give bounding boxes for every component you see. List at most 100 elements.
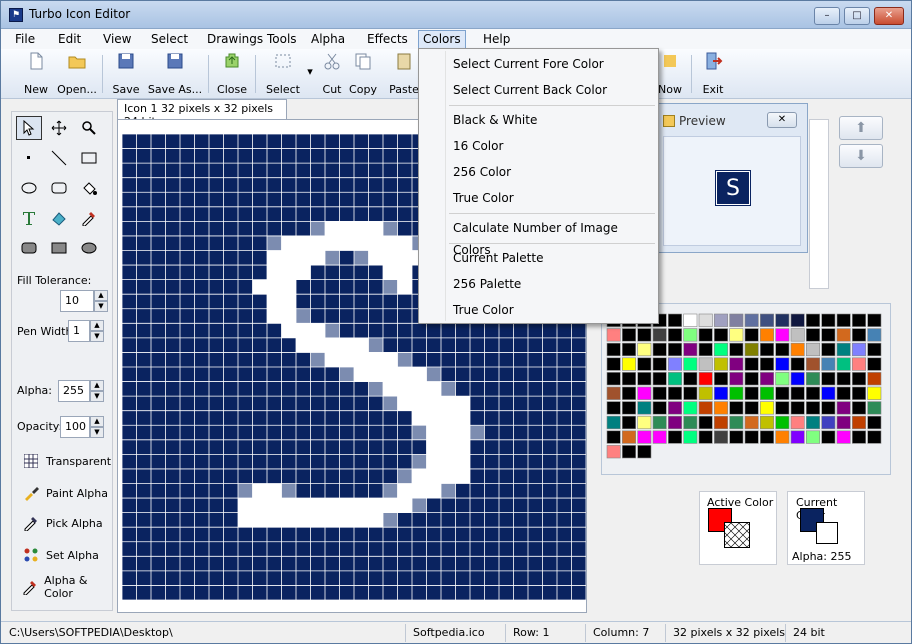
title-bar[interactable]: ⚑ Turbo Icon Editor – □ ✕ bbox=[1, 1, 911, 29]
palette-swatch[interactable] bbox=[790, 342, 805, 357]
open-button[interactable]: Open... bbox=[57, 51, 97, 96]
palette-swatch[interactable] bbox=[821, 313, 836, 327]
fill-tolerance-up-icon[interactable]: ▲ bbox=[94, 290, 108, 301]
palette-swatch[interactable] bbox=[821, 430, 836, 444]
pixel-cell[interactable] bbox=[368, 498, 384, 513]
palette-swatch[interactable] bbox=[698, 401, 713, 415]
palette-swatch[interactable] bbox=[606, 386, 621, 400]
palette-swatch[interactable] bbox=[806, 372, 820, 386]
pixel-cell[interactable] bbox=[455, 425, 471, 440]
pixel-cell[interactable] bbox=[238, 512, 253, 528]
pen-width-up-icon[interactable]: ▲ bbox=[90, 320, 104, 331]
palette-swatch[interactable] bbox=[606, 372, 621, 386]
palette-swatch[interactable] bbox=[698, 372, 713, 386]
palette-swatch[interactable] bbox=[606, 401, 621, 415]
pixel-cell[interactable] bbox=[455, 410, 471, 426]
pixel-cell[interactable] bbox=[426, 483, 442, 499]
pixel-cell[interactable] bbox=[296, 265, 311, 280]
palette-swatch[interactable] bbox=[760, 342, 774, 357]
palette-swatch[interactable] bbox=[867, 386, 882, 400]
menu-item-select-fore-color[interactable]: Select Current Fore Color bbox=[453, 53, 604, 75]
palette-swatch[interactable] bbox=[806, 415, 820, 430]
pixel-cell[interactable] bbox=[412, 425, 427, 440]
cut-button[interactable]: Cut bbox=[319, 51, 345, 96]
pixel-cell[interactable] bbox=[238, 498, 253, 513]
move-up-button[interactable]: ⬆ bbox=[839, 116, 883, 140]
pixel-cell[interactable] bbox=[368, 221, 384, 236]
menu-drawings-tools[interactable]: Drawings Tools bbox=[203, 31, 301, 48]
menu-file[interactable]: File bbox=[11, 31, 39, 48]
pixel-cell[interactable] bbox=[383, 498, 398, 513]
palette-swatch[interactable] bbox=[729, 386, 744, 400]
palette-swatch[interactable] bbox=[744, 415, 759, 430]
pixel-cell[interactable] bbox=[339, 235, 355, 251]
palette-swatch[interactable] bbox=[806, 430, 820, 444]
palette-swatch[interactable] bbox=[698, 342, 713, 357]
pixel-cell[interactable] bbox=[426, 410, 442, 426]
pixel-cell[interactable] bbox=[252, 279, 268, 295]
palette-swatch[interactable] bbox=[606, 357, 621, 371]
fill-tolerance-input[interactable]: 10 bbox=[60, 290, 94, 312]
pixel-cell[interactable] bbox=[296, 337, 311, 353]
pixel-cell[interactable] bbox=[455, 454, 471, 469]
palette-swatch[interactable] bbox=[683, 372, 698, 386]
menu-select[interactable]: Select bbox=[147, 31, 192, 48]
pixel-cell[interactable] bbox=[412, 367, 427, 382]
palette-swatch[interactable] bbox=[775, 386, 790, 400]
pixel-cell[interactable] bbox=[281, 265, 297, 280]
palette-swatch[interactable] bbox=[637, 357, 652, 371]
palette-swatch[interactable] bbox=[852, 386, 866, 400]
menu-item-true-color-palette[interactable]: True Color bbox=[453, 299, 514, 321]
palette-swatch[interactable] bbox=[760, 328, 774, 342]
palette-swatch[interactable] bbox=[760, 401, 774, 415]
pixel-cell[interactable] bbox=[296, 512, 311, 528]
palette-swatch[interactable] bbox=[836, 357, 851, 371]
pixel-cell[interactable] bbox=[267, 498, 282, 513]
pixel-cell[interactable] bbox=[441, 468, 456, 484]
palette-swatch[interactable] bbox=[760, 386, 774, 400]
menu-alpha[interactable]: Alpha bbox=[307, 31, 349, 48]
pixel-cell[interactable] bbox=[267, 250, 282, 266]
close-button[interactable]: ✕ bbox=[874, 7, 904, 25]
palette-swatch[interactable] bbox=[744, 342, 759, 357]
pixel-cell[interactable] bbox=[354, 498, 369, 513]
maximize-button[interactable]: □ bbox=[844, 7, 870, 25]
pixel-cell[interactable] bbox=[441, 410, 456, 426]
palette-swatch[interactable] bbox=[729, 357, 744, 371]
palette-swatch[interactable] bbox=[714, 342, 728, 357]
pixel-cell[interactable] bbox=[368, 235, 384, 251]
palette-swatch[interactable] bbox=[652, 328, 667, 342]
menu-item-256-palette[interactable]: 256 Palette bbox=[453, 273, 521, 295]
palette-swatch[interactable] bbox=[760, 357, 774, 371]
alpha-input[interactable]: 255 bbox=[58, 380, 90, 402]
pixel-cell[interactable] bbox=[267, 235, 282, 251]
filled-rounded-rect-tool[interactable] bbox=[16, 236, 42, 260]
pixel-cell[interactable] bbox=[441, 454, 456, 469]
pixel-cell[interactable] bbox=[397, 483, 413, 499]
palette-swatch[interactable] bbox=[637, 401, 652, 415]
palette-swatch[interactable] bbox=[714, 430, 728, 444]
pixel-cell[interactable] bbox=[412, 468, 427, 484]
preview-window[interactable]: Preview ✕ S bbox=[656, 103, 808, 253]
palette-swatch[interactable] bbox=[867, 415, 882, 430]
palette-swatch[interactable] bbox=[806, 386, 820, 400]
pixel-cell[interactable] bbox=[310, 235, 326, 251]
pixel-cell[interactable] bbox=[397, 468, 413, 484]
palette-swatch[interactable] bbox=[821, 415, 836, 430]
pixel-cell[interactable] bbox=[325, 221, 340, 236]
palette-swatch[interactable] bbox=[852, 430, 866, 444]
palette-swatch[interactable] bbox=[698, 415, 713, 430]
pixel-cell[interactable] bbox=[310, 498, 326, 513]
preview-close-button[interactable]: ✕ bbox=[767, 112, 797, 128]
pixel-cell[interactable] bbox=[368, 381, 384, 397]
pixel-cell[interactable] bbox=[354, 250, 369, 266]
palette-swatch[interactable] bbox=[668, 328, 682, 342]
rectangle-tool[interactable] bbox=[76, 146, 102, 170]
palette-swatch[interactable] bbox=[729, 372, 744, 386]
pixel-cell[interactable] bbox=[267, 483, 282, 499]
pixel-cell[interactable] bbox=[441, 439, 456, 455]
palette-swatch[interactable] bbox=[821, 328, 836, 342]
palette-swatch[interactable] bbox=[668, 342, 682, 357]
palette-swatch[interactable] bbox=[852, 357, 866, 371]
pixel-cell[interactable] bbox=[397, 367, 413, 382]
